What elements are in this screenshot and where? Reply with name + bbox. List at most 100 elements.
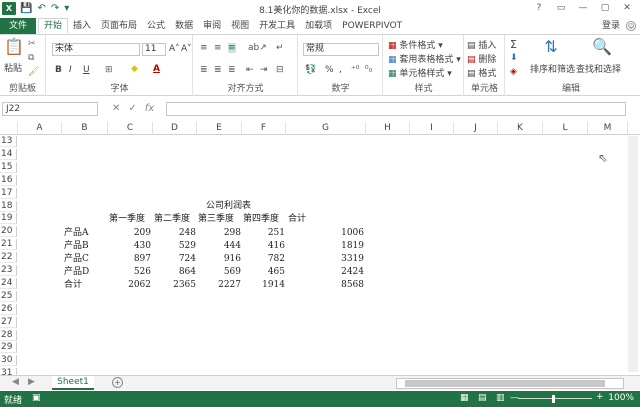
- tab-page-layout[interactable]: 页面布局: [96, 18, 142, 34]
- sheet-tab-sheet1[interactable]: Sheet1: [52, 376, 94, 390]
- row-header[interactable]: 20: [0, 226, 17, 238]
- align-middle-icon[interactable]: ≡: [214, 43, 222, 53]
- copy-icon[interactable]: ⧉: [28, 53, 34, 63]
- ribbon-display-icon[interactable]: ▭: [550, 1, 572, 16]
- select-all-corner[interactable]: [0, 122, 18, 135]
- increase-indent-icon[interactable]: ⇥: [260, 65, 268, 75]
- cancel-icon[interactable]: ✕: [112, 102, 120, 116]
- value-cell[interactable]: 298: [199, 228, 241, 239]
- tab-addins[interactable]: 加载项: [300, 18, 337, 34]
- name-box[interactable]: J22: [2, 102, 98, 116]
- clear-icon[interactable]: ◈: [510, 67, 517, 77]
- decrease-indent-icon[interactable]: ⇤: [246, 65, 254, 75]
- column-header[interactable]: E: [197, 122, 242, 135]
- normal-view-icon[interactable]: ▦: [460, 393, 469, 403]
- row-header[interactable]: 24: [0, 277, 17, 289]
- percent-button[interactable]: %: [325, 65, 334, 75]
- cut-icon[interactable]: ✂: [28, 39, 36, 49]
- value-cell[interactable]: 1914: [243, 280, 285, 291]
- column-header[interactable]: G: [286, 122, 366, 135]
- smiley-feedback-icon[interactable]: ☺: [626, 21, 636, 31]
- close-icon[interactable]: ✕: [616, 1, 638, 16]
- paste-icon[interactable]: 📋: [4, 37, 24, 56]
- row-header[interactable]: 21: [0, 239, 17, 251]
- wrap-text-icon[interactable]: ↵: [276, 43, 284, 53]
- tab-data[interactable]: 数据: [170, 18, 198, 34]
- column-header[interactable]: C: [108, 122, 153, 135]
- value-cell[interactable]: 569: [199, 267, 241, 278]
- row-header[interactable]: 18: [0, 200, 17, 212]
- column-header[interactable]: A: [18, 122, 62, 135]
- row-header[interactable]: 23: [0, 265, 17, 276]
- row-label-cell[interactable]: 产品C: [64, 254, 89, 265]
- row-header[interactable]: 22: [0, 252, 17, 264]
- value-cell[interactable]: 430: [109, 241, 151, 252]
- vertical-scrollbar[interactable]: [628, 136, 638, 372]
- value-cell[interactable]: 864: [154, 267, 196, 278]
- tab-developer[interactable]: 开发工具: [254, 18, 300, 34]
- horizontal-scrollbar[interactable]: [396, 378, 624, 389]
- tab-powerpivot[interactable]: POWERPIVOT: [337, 18, 407, 34]
- horizontal-scroll-thumb[interactable]: [405, 380, 605, 387]
- header-cell[interactable]: 第一季度: [109, 214, 145, 225]
- column-header[interactable]: J: [454, 122, 498, 135]
- merge-center-icon[interactable]: ⊟: [276, 65, 284, 75]
- value-cell[interactable]: 416: [243, 241, 285, 252]
- find-select-icon[interactable]: 🔍: [590, 37, 614, 56]
- orientation-icon[interactable]: ab↗: [248, 43, 267, 53]
- value-cell[interactable]: 209: [109, 228, 151, 239]
- format-cells-button[interactable]: ▤ 格式: [467, 66, 496, 79]
- accounting-format-icon[interactable]: 💱: [305, 65, 316, 75]
- row-label-cell[interactable]: 产品D: [64, 267, 89, 278]
- value-cell[interactable]: 916: [199, 254, 241, 265]
- format-painter-icon[interactable]: 🖌: [28, 67, 39, 77]
- fill-icon[interactable]: ⬇: [510, 53, 518, 63]
- row-header[interactable]: 14: [0, 148, 17, 160]
- grow-font-button[interactable]: A˄: [169, 44, 180, 54]
- cell-styles-button[interactable]: ▦ 单元格样式 ▾: [388, 66, 452, 79]
- column-header[interactable]: B: [62, 122, 108, 135]
- value-cell[interactable]: 2062: [109, 280, 151, 291]
- value-cell[interactable]: 2227: [199, 280, 241, 291]
- align-top-icon[interactable]: ≡: [200, 43, 208, 53]
- font-size-select[interactable]: 11: [142, 43, 166, 56]
- value-cell[interactable]: 782: [243, 254, 285, 265]
- header-cell[interactable]: 合计: [288, 214, 306, 225]
- zoom-slider-thumb[interactable]: [552, 395, 555, 403]
- border-icon[interactable]: ⊞: [105, 65, 113, 75]
- tab-formulas[interactable]: 公式: [142, 18, 170, 34]
- value-cell[interactable]: 529: [154, 241, 196, 252]
- align-center-icon[interactable]: ≣: [214, 65, 222, 75]
- sort-filter-icon[interactable]: ⇅: [538, 37, 564, 56]
- autosum-button[interactable]: Σ: [510, 38, 517, 51]
- column-header[interactable]: F: [242, 122, 286, 135]
- enter-icon[interactable]: ✓: [128, 102, 136, 116]
- tab-home[interactable]: 开始: [38, 18, 69, 34]
- minimize-icon[interactable]: —: [572, 1, 594, 16]
- comma-button[interactable]: ,: [339, 65, 342, 75]
- tab-view[interactable]: 视图: [226, 18, 254, 34]
- column-header[interactable]: H: [366, 122, 410, 135]
- zoom-in-button[interactable]: +: [596, 392, 604, 402]
- header-cell[interactable]: 第三季度: [198, 214, 234, 225]
- total-cell[interactable]: 1819: [324, 241, 364, 252]
- value-cell[interactable]: 897: [109, 254, 151, 265]
- column-header[interactable]: M: [588, 122, 628, 135]
- value-cell[interactable]: 2365: [154, 280, 196, 291]
- shrink-font-button[interactable]: A˅: [181, 44, 192, 54]
- header-cell[interactable]: 第四季度: [243, 214, 279, 225]
- add-sheet-button[interactable]: +: [112, 377, 123, 388]
- tab-file[interactable]: 文件: [0, 18, 36, 34]
- delete-cells-button[interactable]: ▤ 删除: [467, 52, 496, 65]
- row-label-cell[interactable]: 产品A: [64, 228, 89, 239]
- login-link[interactable]: 登录: [602, 18, 620, 34]
- font-name-select[interactable]: 宋体: [52, 43, 140, 56]
- row-header[interactable]: 16: [0, 174, 17, 186]
- conditional-formatting-button[interactable]: ▦ 条件格式 ▾: [388, 38, 443, 51]
- paste-button[interactable]: 粘贴: [4, 61, 22, 74]
- page-layout-view-icon[interactable]: ▤: [478, 393, 487, 403]
- zoom-level[interactable]: 100%: [608, 393, 634, 403]
- macro-record-icon[interactable]: ▣: [32, 393, 41, 403]
- maximize-icon[interactable]: ▢: [594, 1, 616, 16]
- row-header[interactable]: 13: [0, 136, 17, 147]
